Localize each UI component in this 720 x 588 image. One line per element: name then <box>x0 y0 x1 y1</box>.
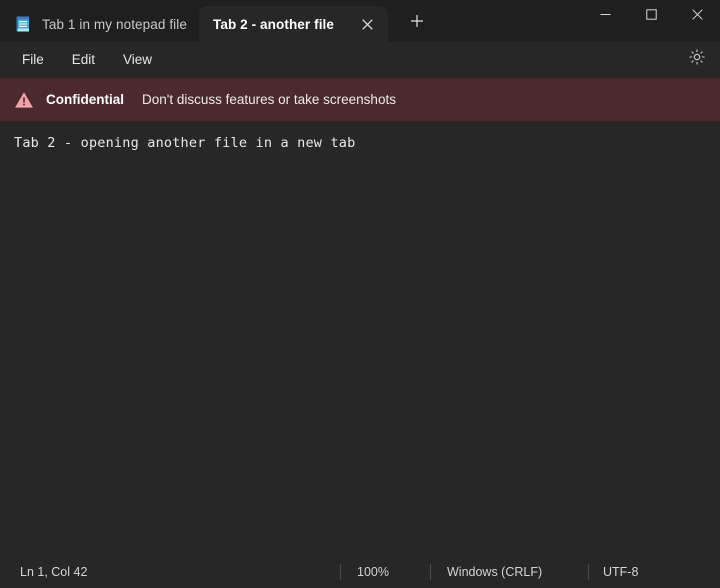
tab-2-close-icon[interactable] <box>356 13 378 35</box>
new-tab-button[interactable] <box>400 6 434 40</box>
maximize-button[interactable] <box>628 0 674 32</box>
window-close-button[interactable] <box>674 0 720 32</box>
tab-2[interactable]: Tab 2 - another file <box>199 6 389 42</box>
menu-item-file[interactable]: File <box>8 47 58 72</box>
tab-1[interactable]: Tab 1 in my notepad file <box>6 6 199 42</box>
confidential-banner: Confidential Don't discuss features or t… <box>0 77 720 122</box>
title-bar: Tab 1 in my notepad file Tab 2 - another… <box>0 0 720 42</box>
encoding-status[interactable]: UTF-8 <box>603 556 638 588</box>
line-ending-status[interactable]: Windows (CRLF) <box>447 556 542 588</box>
tab-2-label: Tab 2 - another file <box>213 16 335 32</box>
window-controls <box>582 0 720 42</box>
cursor-position-status[interactable]: Ln 1, Col 42 <box>20 556 87 588</box>
warning-triangle-icon <box>14 90 34 110</box>
plus-icon <box>410 14 424 33</box>
notepad-window: Tab 1 in my notepad file Tab 2 - another… <box>0 0 720 588</box>
maximize-icon <box>645 7 657 25</box>
minimize-button[interactable] <box>582 0 628 32</box>
tab-strip: Tab 1 in my notepad file Tab 2 - another… <box>0 0 434 42</box>
settings-button[interactable] <box>682 45 712 75</box>
menu-item-edit[interactable]: Edit <box>58 47 109 72</box>
status-divider-1 <box>340 564 341 580</box>
menu-bar: File Edit View <box>0 42 720 77</box>
close-icon <box>691 7 703 25</box>
editor-content[interactable]: Tab 2 - opening another file in a new ta… <box>14 134 720 153</box>
notepad-icon <box>14 15 32 33</box>
gear-icon <box>689 49 705 70</box>
status-bar: Ln 1, Col 42 100% Windows (CRLF) UTF-8 <box>0 556 720 588</box>
minimize-icon <box>600 7 611 25</box>
banner-message: Don't discuss features or take screensho… <box>142 92 396 107</box>
banner-title: Confidential <box>46 92 124 107</box>
zoom-level-status[interactable]: 100% <box>357 556 389 588</box>
menu-item-view[interactable]: View <box>109 47 166 72</box>
tab-1-label: Tab 1 in my notepad file <box>42 16 187 32</box>
status-divider-2 <box>430 564 431 580</box>
text-editor-area[interactable]: Tab 2 - opening another file in a new ta… <box>0 122 720 556</box>
status-divider-3 <box>588 564 589 580</box>
